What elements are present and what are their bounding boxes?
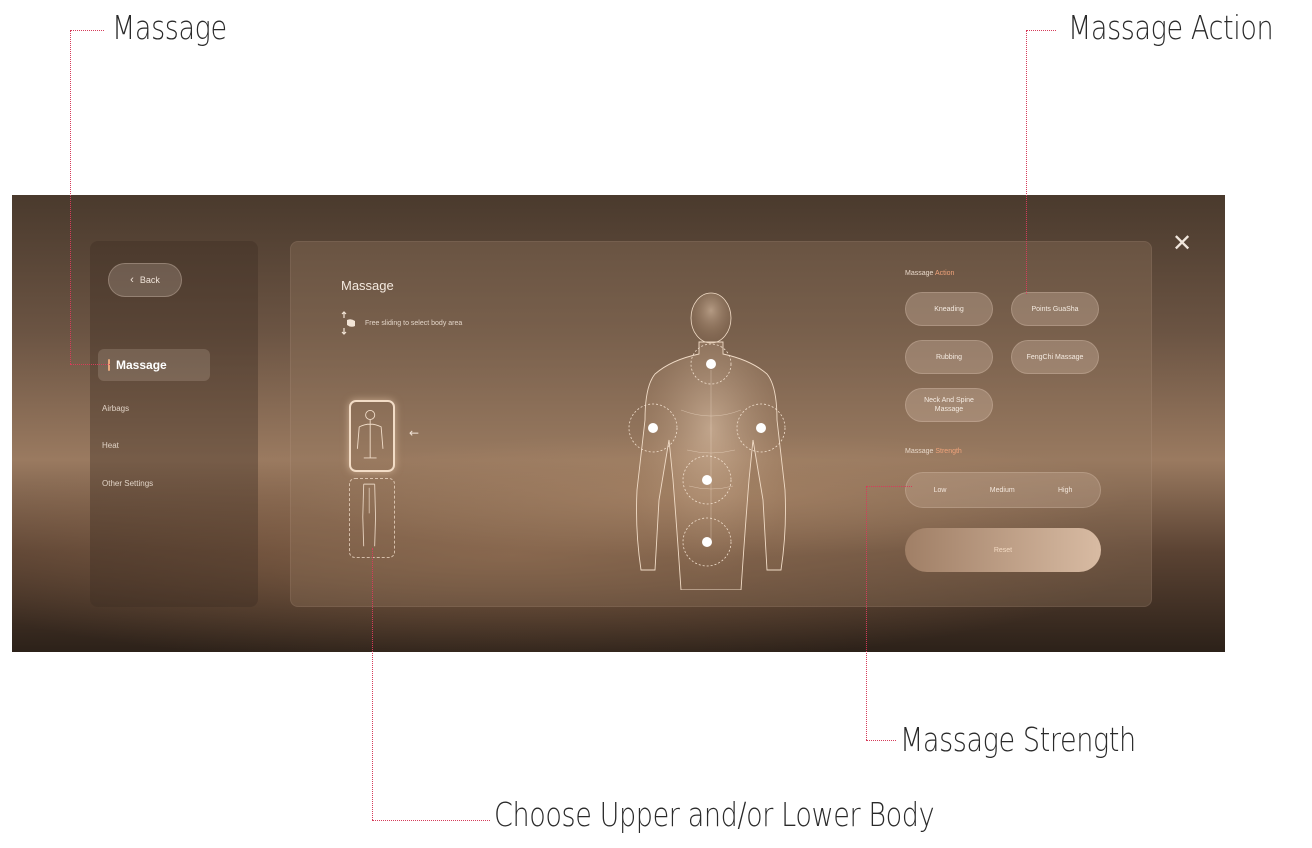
callout-line (866, 486, 867, 740)
strength-high[interactable]: High (1048, 481, 1082, 500)
action-kneading-button[interactable]: Kneading (905, 292, 993, 326)
callout-line (70, 364, 110, 365)
chevron-left-icon: ‹ (130, 274, 134, 286)
label-accent: Action (934, 270, 955, 277)
callout-massage: Massage (112, 8, 227, 47)
slide-hint: Free sliding to select body area (341, 310, 462, 336)
massage-strength-label: Massage Strength (905, 448, 962, 455)
strength-medium[interactable]: Medium (980, 481, 1025, 500)
strength-low[interactable]: Low (924, 481, 957, 500)
callout-massage-action: Massage Action (1068, 8, 1274, 47)
close-icon[interactable]: ✕ (1172, 231, 1192, 255)
arrow-left-icon: ← (409, 426, 420, 440)
label-prefix: Massage (905, 270, 934, 277)
label-accent: Strength (935, 448, 962, 455)
massage-action-label: Massage Action (905, 270, 954, 277)
callout-line (70, 30, 71, 364)
body-head (690, 292, 732, 344)
massage-screen: ✕ ‹ Back Massage Airbags Heat Other Sett… (12, 195, 1225, 652)
hint-text: Free sliding to select body area (365, 319, 463, 327)
action-fengchi-button[interactable]: FengChi Massage (1011, 340, 1099, 374)
callout-line (372, 820, 490, 821)
massage-strength-selector: Low Medium High (905, 472, 1101, 508)
lower-body-selector[interactable] (349, 478, 395, 558)
lower-body-icon (362, 483, 377, 547)
active-indicator (108, 359, 110, 371)
massage-panel: Massage Free sliding to select body area… (290, 241, 1152, 607)
action-neck-spine-button[interactable]: Neck And Spine Massage (905, 388, 993, 422)
action-rubbing-button[interactable]: Rubbing (905, 340, 993, 374)
sidebar-item-label: Massage (116, 358, 167, 372)
callout-line (372, 548, 373, 820)
sidebar: ‹ Back Massage Airbags Heat Other Settin… (90, 241, 258, 607)
callout-massage-strength: Massage Strength (900, 720, 1136, 759)
page-title: Massage (341, 278, 394, 293)
upper-body-selector[interactable] (349, 400, 395, 472)
callout-line (1026, 30, 1027, 294)
sidebar-item-massage[interactable]: Massage (98, 349, 210, 381)
callout-line (866, 486, 912, 487)
upper-body-icon (356, 409, 384, 459)
callout-choose-body: Choose Upper and/or Lower Body (494, 795, 935, 834)
hand-swipe-icon (341, 311, 355, 335)
back-label: Back (139, 275, 160, 285)
reset-button[interactable]: Reset (905, 528, 1101, 572)
callout-line (866, 740, 896, 741)
action-points-guasha-button[interactable]: Points GuaSha (1011, 292, 1099, 326)
back-button[interactable]: ‹ Back (108, 263, 182, 297)
callout-line (70, 30, 104, 31)
callout-line (1026, 30, 1056, 31)
sidebar-item-other-settings[interactable]: Other Settings (102, 479, 153, 488)
sidebar-item-heat[interactable]: Heat (102, 441, 119, 450)
label-prefix: Massage (905, 448, 934, 455)
body-figure (628, 292, 786, 590)
sidebar-item-airbags[interactable]: Airbags (102, 404, 129, 413)
